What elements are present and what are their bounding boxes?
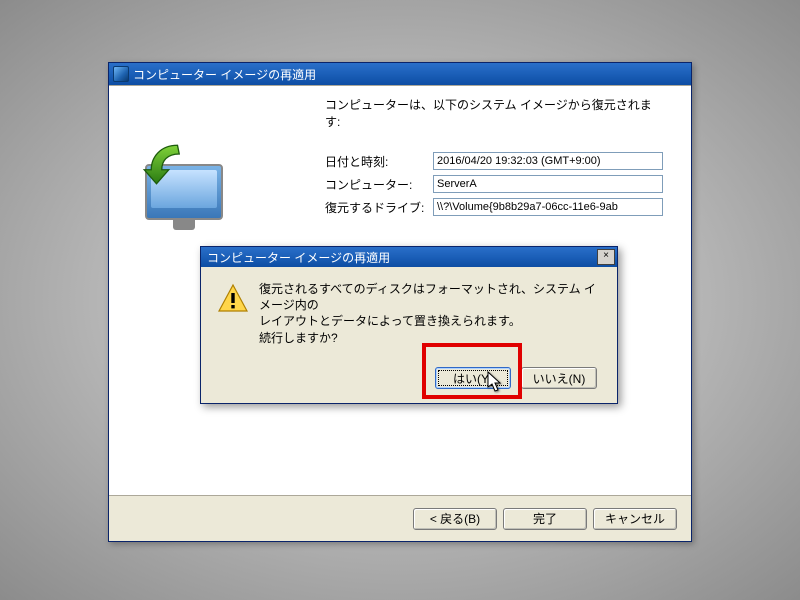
row-datetime: 日付と時刻: 2016/04/20 19:32:03 (GMT+9:00) [325,152,663,170]
label-computer: コンピューター: [325,176,433,193]
no-button[interactable]: いいえ(N) [521,367,597,389]
finish-button[interactable]: 完了 [503,508,587,530]
summary-panel: コンピューターは、以下のシステム イメージから復元されます: 日付と時刻: 20… [325,96,663,221]
row-drives: 復元するドライブ: \\?\Volume{9b8b29a7-06cc-11e6-… [325,198,663,216]
summary-intro: コンピューターは、以下のシステム イメージから復元されます: [325,96,663,130]
dialog-button-bar: はい(Y) いいえ(N) [435,367,597,389]
back-button[interactable]: < 戻る(B) [413,508,497,530]
confirm-dialog: コンピューター イメージの再適用 × 復元されるすべてのディスクはフォーマットさ… [200,246,618,404]
close-icon[interactable]: × [597,249,615,265]
wizard-button-bar: < 戻る(B) 完了 キャンセル [109,495,691,541]
wizard-titlebar[interactable]: コンピューター イメージの再適用 [109,63,691,85]
yes-button[interactable]: はい(Y) [435,367,511,389]
dialog-title-text: コンピューター イメージの再適用 [207,249,390,266]
value-computer: ServerA [433,175,663,193]
dialog-message: 復元されるすべてのディスクはフォーマットされ、システム イメージ内の レイアウト… [259,281,603,346]
value-datetime: 2016/04/20 19:32:03 (GMT+9:00) [433,152,663,170]
dialog-message-line1: 復元されるすべてのディスクはフォーマットされ、システム イメージ内の [259,281,603,313]
app-icon [113,66,129,82]
wizard-title-text: コンピューター イメージの再適用 [133,66,316,83]
value-drives: \\?\Volume{9b8b29a7-06cc-11e6-9ab [433,198,663,216]
row-computer: コンピューター: ServerA [325,175,663,193]
label-datetime: 日付と時刻: [325,153,433,170]
dialog-body: 復元されるすべてのディスクはフォーマットされ、システム イメージ内の レイアウト… [201,267,617,403]
cancel-button[interactable]: キャンセル [593,508,677,530]
dialog-message-line2: レイアウトとデータによって置き換えられます。 [259,313,603,329]
restore-image-icon [131,134,237,240]
dialog-message-line3: 続行しますか? [259,330,603,346]
dialog-titlebar[interactable]: コンピューター イメージの再適用 × [201,247,617,267]
label-drives: 復元するドライブ: [325,199,433,216]
warning-icon [217,283,249,315]
